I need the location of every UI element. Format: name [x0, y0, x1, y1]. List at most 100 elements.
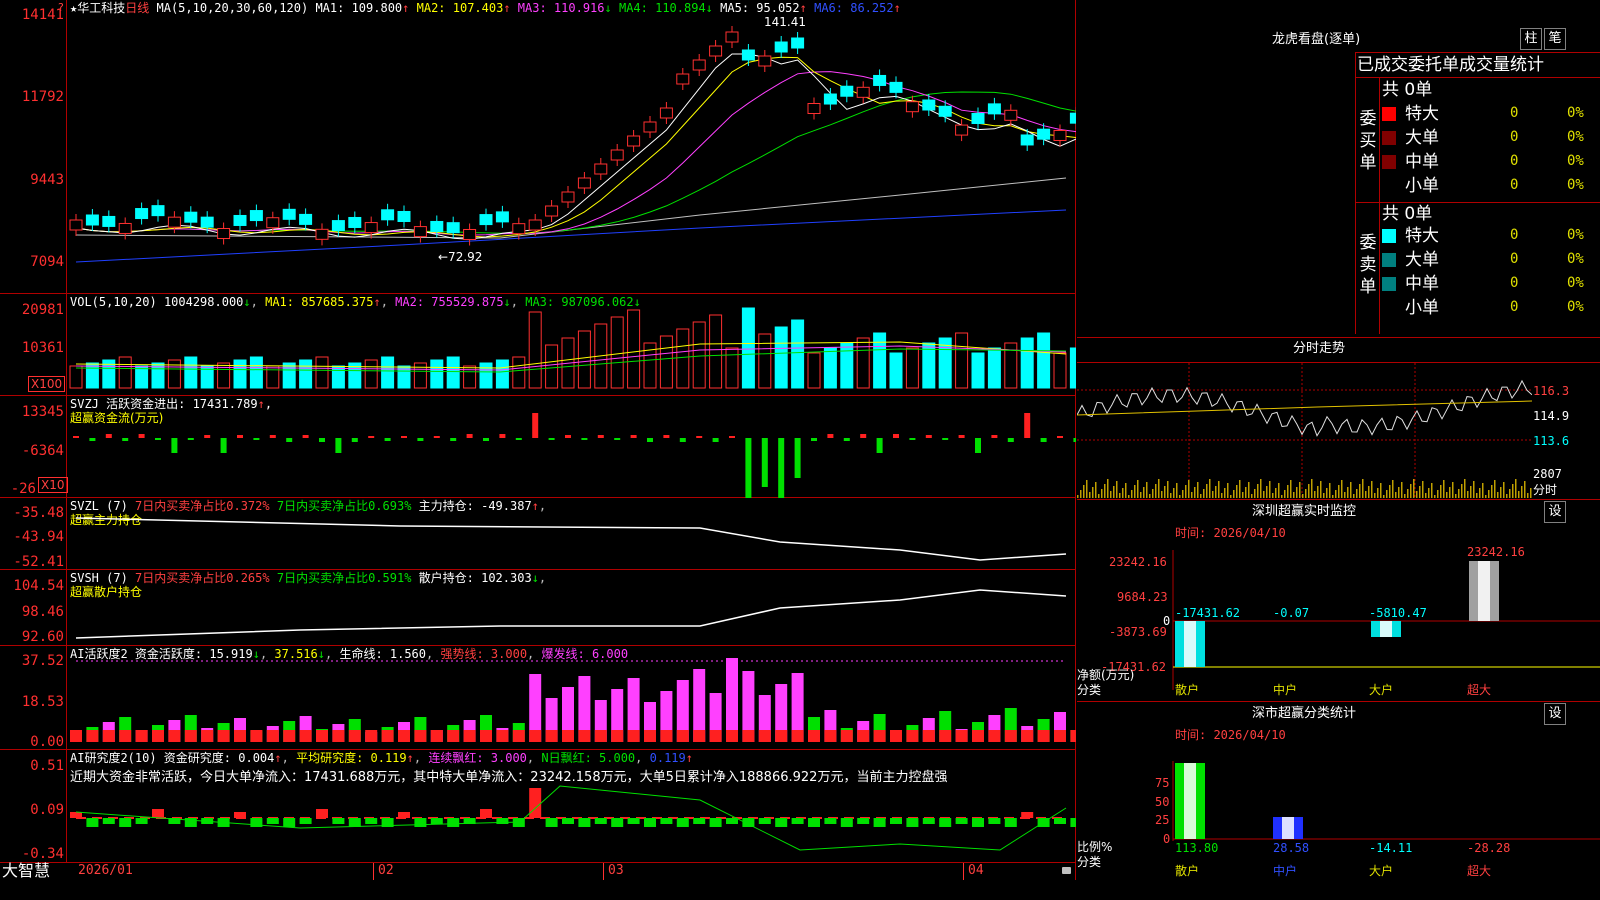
intraday-vol-bar — [1176, 483, 1178, 498]
intraday-vol-bar — [1296, 487, 1298, 498]
volume-bar — [528, 311, 542, 389]
research-bar — [545, 818, 558, 827]
intraday-vol-bar — [1467, 491, 1469, 498]
brand-logo[interactable]: 大智慧 — [2, 862, 50, 880]
research-bar — [135, 818, 148, 824]
volume-bar — [873, 332, 887, 389]
flow-bar — [122, 438, 129, 441]
research-bar — [316, 809, 328, 818]
net-amount-bar-chart[interactable] — [1077, 520, 1600, 700]
activity-base — [873, 730, 886, 742]
candlestick-chart[interactable] — [0, 0, 1076, 293]
research-bar — [857, 818, 870, 824]
fund-flow-chart[interactable] — [0, 396, 1076, 498]
research-bar — [102, 818, 115, 824]
intraday-vol-bar — [1128, 495, 1130, 498]
volume-bar — [774, 326, 788, 389]
activity-base — [201, 730, 214, 742]
activity-base — [1004, 730, 1017, 742]
intraday-vol-bar — [1434, 495, 1436, 498]
intraday-vol-bar — [1098, 494, 1100, 498]
buy-label-char: 委 — [1359, 109, 1377, 129]
flow-bar — [466, 434, 473, 438]
intraday-vol-bar — [1338, 485, 1340, 498]
main-holding-chart[interactable] — [0, 498, 1076, 570]
intraday-vol-bar — [1479, 488, 1481, 498]
candle-body — [528, 219, 542, 231]
research-bar — [184, 818, 197, 827]
candle-body — [577, 177, 591, 189]
flow-bar — [663, 435, 670, 438]
volume-bar — [184, 356, 198, 389]
flow-bar — [1073, 438, 1076, 442]
research-bar — [873, 818, 886, 827]
intraday-chart[interactable] — [1077, 363, 1532, 498]
intraday-vol-bar — [1200, 494, 1202, 498]
intraday-vol-bar — [1485, 495, 1487, 498]
intraday-vol-bar — [1458, 489, 1460, 498]
research-chart[interactable] — [0, 750, 1076, 863]
flow-bar — [1057, 436, 1063, 438]
intraday-vol-bar — [1260, 479, 1262, 498]
volume-bar — [807, 352, 821, 389]
intraday-vol-tick: 2807 — [1533, 467, 1562, 481]
date-label: 02 — [378, 863, 394, 878]
intraday-vol-bar — [1134, 485, 1136, 498]
volume-bar — [331, 365, 345, 389]
intraday-vol-bar — [1386, 490, 1388, 498]
retail-holding-chart[interactable] — [0, 570, 1076, 646]
activity-base — [102, 730, 115, 742]
intraday-vol-bar — [1248, 482, 1250, 498]
lock-icon[interactable] — [1062, 867, 1071, 874]
candle-body — [315, 228, 329, 240]
ma-line — [75, 53, 1076, 240]
candle-body — [217, 228, 231, 240]
volume-bar — [741, 307, 755, 389]
main-chart-area[interactable]: ? 14141 11792 9443 7094 ★华工科技日线 MA(5,10,… — [0, 0, 1076, 880]
intraday-vol-bar — [1113, 486, 1115, 498]
intraday-vol-bar — [1437, 490, 1439, 498]
flow-bar — [925, 435, 932, 438]
research-bar — [676, 818, 689, 827]
activity-chart[interactable] — [0, 646, 1076, 750]
activity-base — [70, 730, 82, 742]
order-pct: 0% — [1567, 299, 1584, 315]
flow-bar — [860, 434, 867, 438]
intraday-avg-line — [1077, 400, 1532, 416]
intraday-vol-bar — [1110, 491, 1112, 498]
intraday-vol-bar — [1197, 482, 1199, 498]
candle-body — [1053, 129, 1067, 141]
flow-bar — [433, 436, 440, 438]
intraday-vol-bar — [1221, 493, 1223, 498]
volume-bar — [299, 359, 313, 389]
candle-body — [774, 41, 788, 53]
flow-bar — [893, 434, 899, 438]
tick-view-button[interactable]: 笔 — [1544, 28, 1566, 50]
sell-side-label: 委 卖 单 — [1358, 232, 1378, 298]
intraday-vol-bar — [1101, 489, 1103, 498]
intraday-vol-bar — [1230, 495, 1232, 498]
candle-body — [446, 222, 460, 234]
research-bar — [414, 818, 427, 827]
intraday-vol-bar — [1266, 486, 1268, 498]
volume-chart[interactable] — [0, 294, 1076, 396]
flow-bar — [975, 438, 981, 453]
activity-base — [365, 730, 378, 742]
sell-label-char: 委 — [1359, 233, 1377, 253]
intraday-vol-bar — [1107, 479, 1109, 498]
research-bar — [332, 818, 345, 824]
candle-body — [791, 37, 805, 49]
activity-base — [988, 730, 1001, 742]
bar-view-button[interactable]: 柱 — [1520, 28, 1542, 50]
order-pct: 0% — [1567, 251, 1584, 267]
candle-body — [1037, 128, 1051, 140]
order-size-swatch — [1382, 229, 1396, 243]
ratio-bar-chart[interactable] — [1077, 701, 1600, 900]
activity-base — [808, 730, 820, 742]
activity-base — [250, 730, 263, 742]
intraday-vol-bar — [1431, 483, 1433, 498]
intraday-vol-bar — [1086, 480, 1088, 498]
research-bar — [693, 818, 706, 824]
intraday-vol-bar — [1482, 483, 1484, 498]
activity-base — [316, 730, 328, 742]
